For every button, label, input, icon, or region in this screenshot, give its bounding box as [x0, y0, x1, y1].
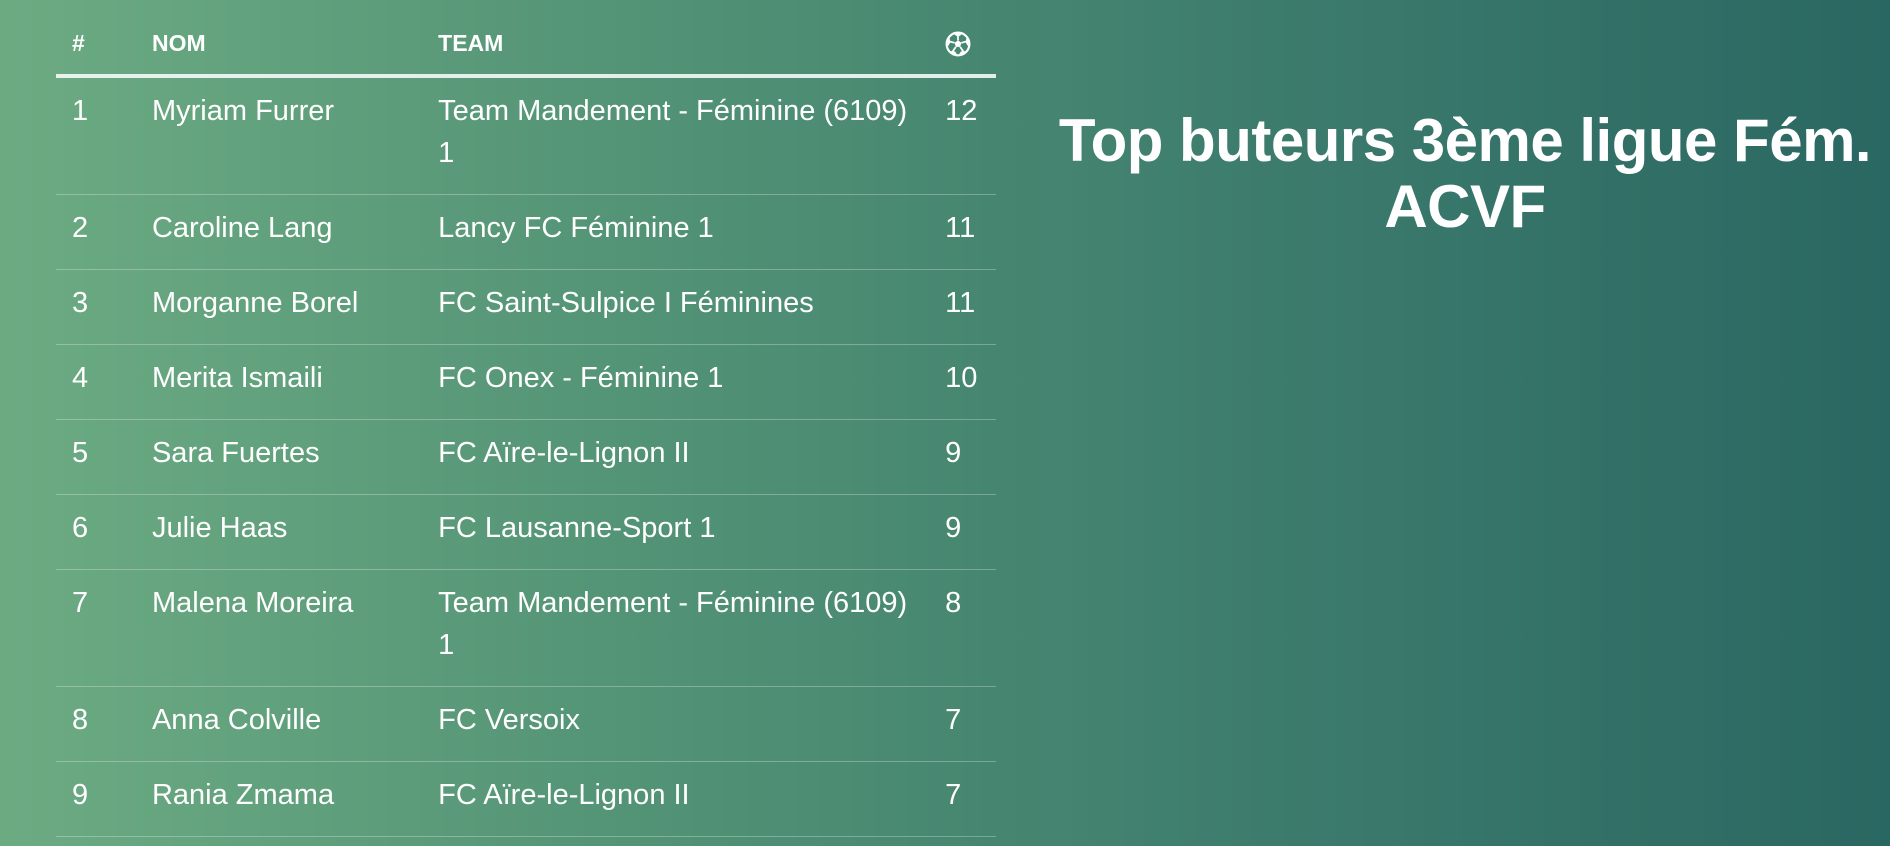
player-name-cell: Rania Zmama [151, 761, 439, 837]
table-row: 3 Morganne Borel FC Saint-Sulpice I Fémi… [56, 269, 996, 345]
goals-cell: 11 [945, 194, 996, 270]
rank-cell: 8 [56, 686, 152, 762]
soccer-ball-icon [945, 31, 971, 57]
goals-cell: 7 [945, 686, 996, 762]
team-cell: Team Mandement - Féminine (6109) 1 [438, 76, 946, 195]
player-name-cell: Caroline Lang [151, 194, 439, 270]
team-cell: FC Lausanne-Sport 1 [438, 494, 946, 570]
name-column-header: NOM [151, 22, 439, 78]
player-name-cell: Julie Haas [151, 494, 439, 570]
goals-cell: 9 [945, 494, 996, 570]
player-name-cell: Anna Colville [151, 686, 439, 762]
table-row: 9 Rania Zmama FC Aïre-le-Lignon II 7 [56, 761, 996, 837]
table-row: 5 Sara Fuertes FC Aïre-le-Lignon II 9 [56, 419, 996, 495]
top-scorers-table: # NOM TEAM 1 Myriam Furrer Team Mandemen… [56, 22, 996, 837]
table-row: 2 Caroline Lang Lancy FC Féminine 1 11 [56, 194, 996, 270]
rank-cell: 2 [56, 194, 152, 270]
goals-column-header [945, 22, 996, 78]
table-header-row: # NOM TEAM [56, 22, 996, 78]
table-row: 6 Julie Haas FC Lausanne-Sport 1 9 [56, 494, 996, 570]
goals-cell: 9 [945, 419, 996, 495]
team-column-header: TEAM [438, 22, 946, 78]
player-name-cell: Malena Moreira [151, 569, 439, 687]
rank-cell: 6 [56, 494, 152, 570]
page-title: Top buteurs 3ème ligue Fém. ACVF [1058, 107, 1872, 240]
team-cell: FC Aïre-le-Lignon II [438, 419, 946, 495]
rank-cell: 9 [56, 761, 152, 837]
rank-cell: 4 [56, 344, 152, 420]
team-cell: Lancy FC Féminine 1 [438, 194, 946, 270]
rank-cell: 3 [56, 269, 152, 345]
goals-cell: 11 [945, 269, 996, 345]
goals-cell: 7 [945, 761, 996, 837]
table-row: 8 Anna Colville FC Versoix 7 [56, 686, 996, 762]
goals-cell: 10 [945, 344, 996, 420]
team-cell: FC Versoix [438, 686, 946, 762]
goals-cell: 12 [945, 76, 996, 195]
team-cell: Team Mandement - Féminine (6109) 1 [438, 569, 946, 687]
table-row: 1 Myriam Furrer Team Mandement - Féminin… [56, 76, 996, 195]
player-name-cell: Sara Fuertes [151, 419, 439, 495]
team-cell: FC Onex - Féminine 1 [438, 344, 946, 420]
player-name-cell: Morganne Borel [151, 269, 439, 345]
rank-cell: 1 [56, 76, 152, 195]
goals-cell: 8 [945, 569, 996, 687]
rank-cell: 5 [56, 419, 152, 495]
rank-cell: 7 [56, 569, 152, 687]
player-name-cell: Merita Ismaili [151, 344, 439, 420]
table-row: 4 Merita Ismaili FC Onex - Féminine 1 10 [56, 344, 996, 420]
team-cell: FC Aïre-le-Lignon II [438, 761, 946, 837]
team-cell: FC Saint-Sulpice I Féminines [438, 269, 946, 345]
table-row: 7 Malena Moreira Team Mandement - Fémini… [56, 569, 996, 687]
player-name-cell: Myriam Furrer [151, 76, 439, 195]
rank-column-header: # [56, 22, 152, 78]
